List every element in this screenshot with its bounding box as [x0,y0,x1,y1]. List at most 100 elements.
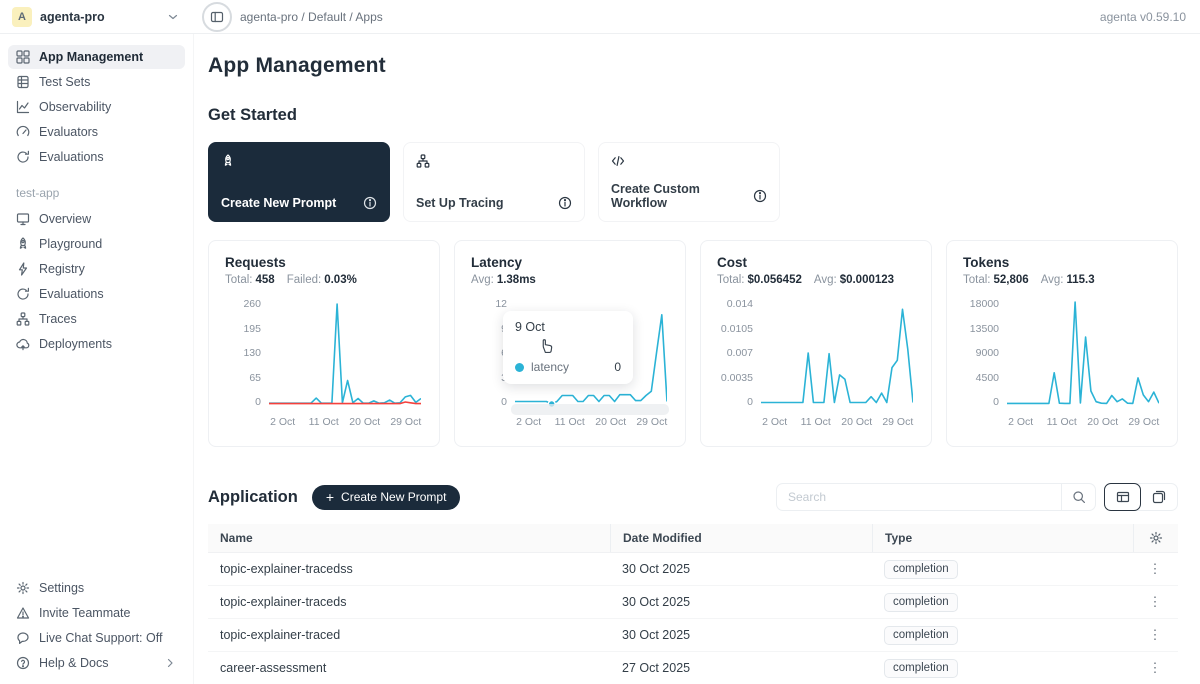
card-view-button[interactable] [1140,484,1177,510]
application-toolbar: Application + Create New Prompt [208,483,1178,511]
create-new-prompt-button[interactable]: + Create New Prompt [312,485,461,510]
lightning-icon [16,262,30,276]
info-icon[interactable] [363,196,377,210]
table-row-topic-explainer-tracedss[interactable]: topic-explainer-tracedss 30 Oct 2025 com… [208,553,1178,586]
y-tick: 260 [243,298,261,310]
column-name[interactable]: Name [208,524,610,552]
sidebar: App Management Test Sets Observability E… [0,34,194,684]
workspace-selector[interactable]: A agenta-pro [12,7,180,27]
x-tick: 2 Oct [762,416,787,428]
table-row-career-assessment[interactable]: career-assessment 27 Oct 2025 completion… [208,652,1178,684]
x-tick: 20 Oct [841,416,872,428]
stat: Total:458 [225,274,275,286]
sidebar-item-label: App Management [39,50,177,64]
x-tick: 11 Oct [309,416,339,428]
x-axis-labels: 2 Oct11 Oct20 Oct29 Oct [761,416,913,431]
sidebar-item-live-chat-support-off[interactable]: Live Chat Support: Off [8,626,185,650]
row-actions-button[interactable]: ⋮ [1133,660,1178,676]
y-axis-labels: 260195130650 [225,298,269,408]
sidebar-item-registry[interactable]: Registry [8,257,185,281]
sidebar-bottom-group: Settings Invite Teammate Live Chat Suppo… [6,575,187,676]
type-badge: completion [884,626,958,645]
chart-title: Requests [225,255,423,270]
y-axis-labels: 0.0140.01050.0070.00350 [717,298,761,408]
sidebar-item-overview[interactable]: Overview [8,207,185,231]
chart-stats: Total:52,806Avg:115.3 [963,274,1161,286]
get-started-card-set-up-tracing[interactable]: Set Up Tracing [403,142,585,222]
app-version: agenta v0.59.10 [1100,10,1186,24]
type-badge: completion [884,560,958,579]
card-view-icon [1152,490,1166,504]
gear-icon [16,581,30,595]
sidebar-item-observability[interactable]: Observability [8,95,185,119]
help-icon [16,656,30,670]
refresh-icon [16,287,30,301]
page-title: App Management [208,54,1178,78]
search-input[interactable] [777,490,1061,504]
sidebar-item-help-docs[interactable]: Help & Docs [8,651,185,675]
cell-type: completion [872,659,1133,678]
pointer-cursor-icon [539,337,556,354]
x-axis-labels: 2 Oct11 Oct20 Oct29 Oct [515,416,667,431]
get-started-cards: Create New Prompt Set Up Tracing Create … [208,142,1178,222]
column-settings[interactable] [1133,524,1178,552]
x-tick: 2 Oct [1008,416,1033,428]
rocket-icon [221,154,377,168]
cell-type: completion [872,593,1133,612]
sidebar-item-label: Settings [39,581,177,595]
chart-stats: Total:458Failed:0.03% [225,274,423,286]
search-button[interactable] [1061,484,1095,510]
sidebar-item-evaluations[interactable]: Evaluations [8,145,185,169]
monitor-icon [16,212,30,226]
sidebar-item-settings[interactable]: Settings [8,576,185,600]
sidebar-item-app-management[interactable]: App Management [8,45,185,69]
top-header: A agenta-pro agenta-pro / Default / Apps… [0,0,1200,34]
invite-icon [16,606,30,620]
x-tick: 20 Oct [1087,416,1118,428]
row-actions-button[interactable]: ⋮ [1133,561,1178,577]
get-started-card-create-new-prompt[interactable]: Create New Prompt [208,142,390,222]
gear-icon [1149,531,1163,545]
gauge-icon [16,125,30,139]
table-view-button[interactable] [1104,483,1141,511]
cell-name: topic-explainer-traced [208,628,610,642]
table-row-topic-explainer-traced[interactable]: topic-explainer-traced 30 Oct 2025 compl… [208,619,1178,652]
info-icon[interactable] [558,196,572,210]
card-label: Create Custom Workflow [611,182,753,210]
sidebar-item-evaluators[interactable]: Evaluators [8,120,185,144]
column-date-modified[interactable]: Date Modified [610,524,872,552]
sidebar-item-evaluations[interactable]: Evaluations [8,282,185,306]
metric-card-cost: Cost Total:$0.056452Avg:$0.000123 0.0140… [700,240,932,447]
sidebar-item-invite-teammate[interactable]: Invite Teammate [8,601,185,625]
column-type[interactable]: Type [872,524,1133,552]
chart-plot[interactable] [1007,298,1159,408]
row-actions-button[interactable]: ⋮ [1133,627,1178,643]
y-tick: 9000 [976,347,999,359]
y-tick: 18000 [970,298,999,310]
info-icon[interactable] [753,189,767,203]
table-header: Name Date Modified Type [208,524,1178,553]
tree-icon [416,154,572,168]
sidebar-item-label: Playground [39,237,177,251]
cell-date: 30 Oct 2025 [610,562,872,576]
sidebar-item-traces[interactable]: Traces [8,307,185,331]
sidebar-item-deployments[interactable]: Deployments [8,332,185,356]
hover-band [511,404,669,415]
sidebar-item-label: Help & Docs [39,656,154,670]
sidebar-item-test-sets[interactable]: Test Sets [8,70,185,94]
y-tick: 13500 [970,323,999,335]
type-badge: completion [884,659,958,678]
y-tick: 0 [747,396,753,408]
row-actions-button[interactable]: ⋮ [1133,594,1178,610]
chart-title: Tokens [963,255,1161,270]
chart-plot[interactable] [761,298,913,408]
sidebar-toggle-button[interactable] [202,2,232,32]
get-started-card-create-custom-workflow[interactable]: Create Custom Workflow [598,142,780,222]
table-body: topic-explainer-tracedss 30 Oct 2025 com… [208,553,1178,684]
sidebar-item-label: Test Sets [39,75,177,89]
table-row-topic-explainer-traceds[interactable]: topic-explainer-traceds 30 Oct 2025 comp… [208,586,1178,619]
chart-plot[interactable] [269,298,421,408]
x-tick: 29 Oct [1128,416,1159,428]
sidebar-item-playground[interactable]: Playground [8,232,185,256]
sidebar-item-label: Deployments [39,337,177,351]
